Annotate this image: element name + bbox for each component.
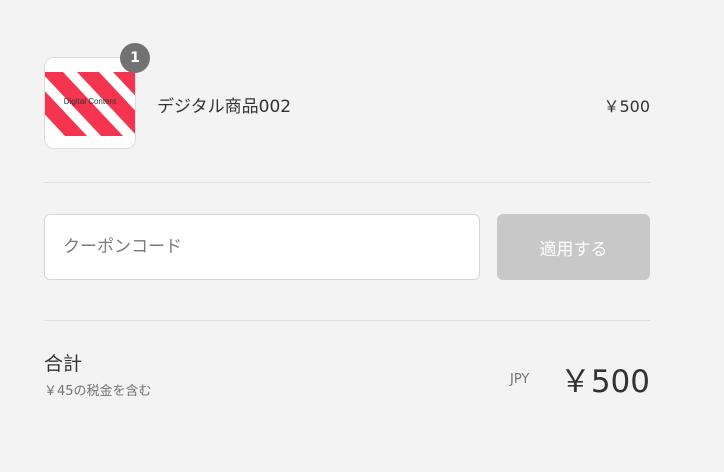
- line-item: Digital Content 1 デジタル商品002 ￥500: [44, 43, 650, 149]
- product-thumbnail-wrap: Digital Content 1: [44, 43, 150, 149]
- apply-coupon-button[interactable]: 適用する: [497, 214, 650, 280]
- total-label: 合計: [44, 353, 83, 375]
- divider: [44, 182, 650, 183]
- currency-code: JPY: [510, 372, 530, 387]
- coupon-code-input[interactable]: [44, 214, 480, 280]
- tax-note: ￥45の税金を含む: [44, 384, 152, 399]
- checkout-summary: Digital Content 1 デジタル商品002 ￥500 適用する 合計…: [0, 0, 724, 472]
- product-name: デジタル商品002: [157, 97, 292, 117]
- thumbnail-caption: Digital Content: [63, 97, 117, 106]
- product-price: ￥500: [603, 97, 650, 116]
- divider: [44, 320, 650, 321]
- product-thumbnail: Digital Content: [44, 57, 136, 149]
- quantity-badge: 1: [120, 43, 150, 73]
- total-amount: ￥500: [559, 364, 650, 400]
